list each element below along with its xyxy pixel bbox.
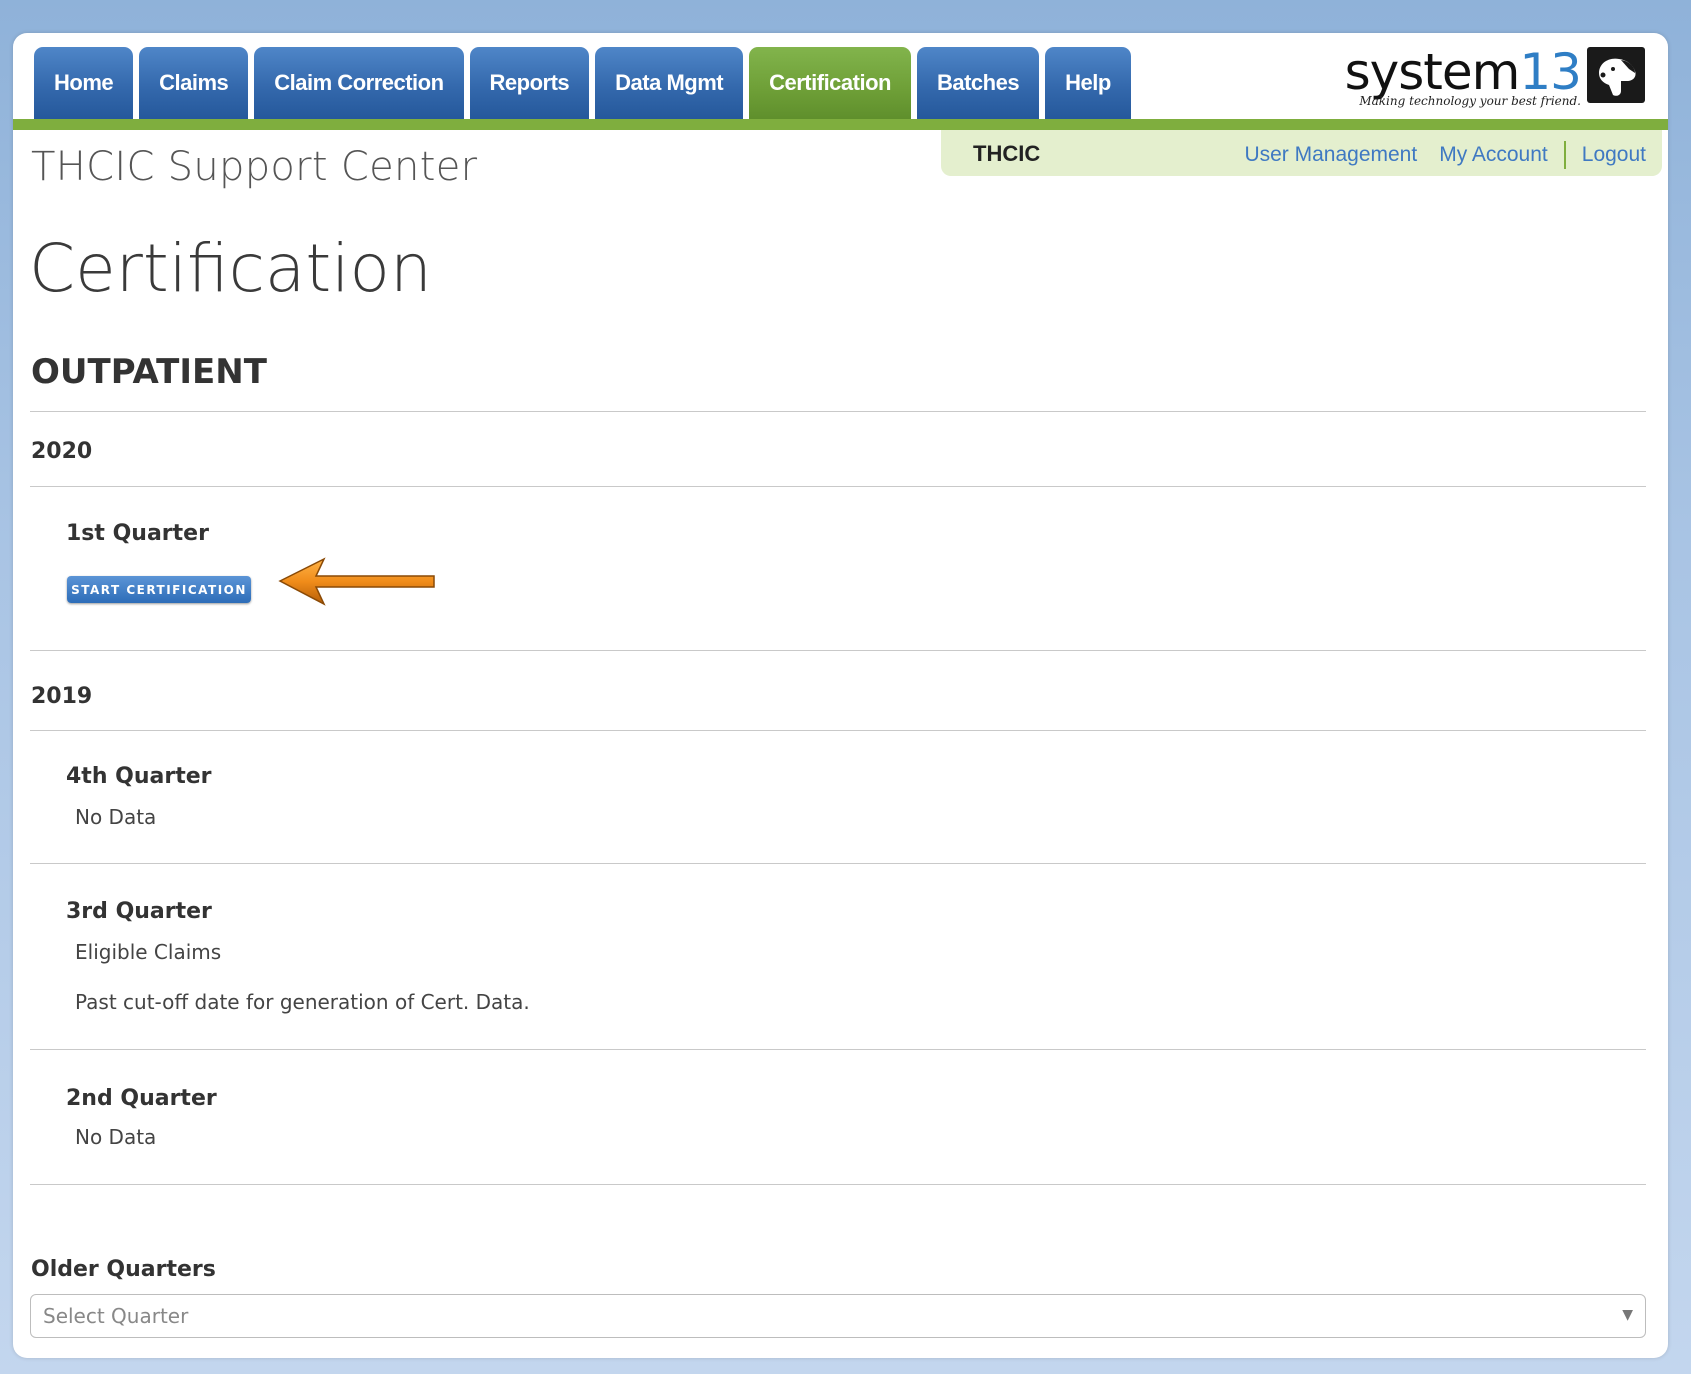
- tab-data-mgmt[interactable]: Data Mgmt: [595, 47, 744, 119]
- older-quarters-label: Older Quarters: [31, 1257, 216, 1282]
- user-management-link[interactable]: User Management: [1244, 143, 1417, 167]
- divider: [30, 1184, 1646, 1185]
- year-heading-2020: 2020: [31, 439, 93, 464]
- my-account-link[interactable]: My Account: [1439, 143, 1548, 167]
- quarter-note: Past cut-off date for generation of Cert…: [75, 990, 530, 1014]
- tab-help[interactable]: Help: [1045, 47, 1131, 119]
- user-bar: THCIC User Management My Account Logout: [941, 130, 1662, 176]
- logo-tagline: Making technology your best friend.: [1359, 94, 1581, 108]
- quarter-heading-q3-2019: 3rd Quarter: [66, 899, 212, 924]
- page-title: Certification: [29, 230, 432, 307]
- quarter-heading-q1-2020: 1st Quarter: [66, 521, 209, 546]
- main-panel: Home Claims Claim Correction Reports Dat…: [13, 33, 1668, 1358]
- divider: [30, 486, 1646, 487]
- quarter-status: No Data: [75, 1125, 157, 1149]
- system13-logo: system13 Making technology your best fri…: [1345, 47, 1645, 108]
- divider: [30, 1049, 1646, 1050]
- dog-logo-icon: [1587, 47, 1645, 103]
- quarter-status: Eligible Claims: [75, 940, 222, 964]
- main-nav: Home Claims Claim Correction Reports Dat…: [34, 47, 1131, 123]
- logo-wordmark: system13: [1344, 43, 1582, 101]
- section-title: OUTPATIENT: [31, 352, 267, 392]
- tab-certification[interactable]: Certification: [749, 47, 911, 119]
- user-links: User Management My Account Logout: [1244, 141, 1646, 169]
- tab-home[interactable]: Home: [34, 47, 134, 119]
- chevron-down-icon: ▼: [1622, 1307, 1633, 1323]
- divider: [30, 411, 1646, 412]
- divider: [30, 650, 1646, 651]
- tab-claims[interactable]: Claims: [139, 47, 249, 119]
- tab-batches[interactable]: Batches: [916, 47, 1040, 119]
- logout-link[interactable]: Logout: [1582, 143, 1646, 167]
- select-placeholder: Select Quarter: [43, 1304, 189, 1328]
- quarter-status: No Data: [75, 805, 157, 829]
- divider: [30, 730, 1646, 731]
- older-quarters-select[interactable]: Select Quarter ▼: [30, 1294, 1646, 1338]
- tab-reports[interactable]: Reports: [469, 47, 590, 119]
- site-title: THCIC Support Center: [31, 144, 478, 190]
- quarter-heading-q4-2019: 4th Quarter: [66, 764, 212, 789]
- arrow-left-icon: [278, 557, 435, 606]
- quarter-heading-q2-2019: 2nd Quarter: [66, 1086, 217, 1111]
- start-certification-button[interactable]: START CERTIFICATION: [67, 576, 251, 603]
- divider: [30, 863, 1646, 864]
- tab-claim-correction[interactable]: Claim Correction: [254, 47, 464, 119]
- year-heading-2019: 2019: [31, 684, 93, 709]
- link-divider: [1563, 141, 1566, 169]
- org-name: THCIC: [973, 141, 1041, 166]
- nav-accent-bar: [13, 119, 1668, 130]
